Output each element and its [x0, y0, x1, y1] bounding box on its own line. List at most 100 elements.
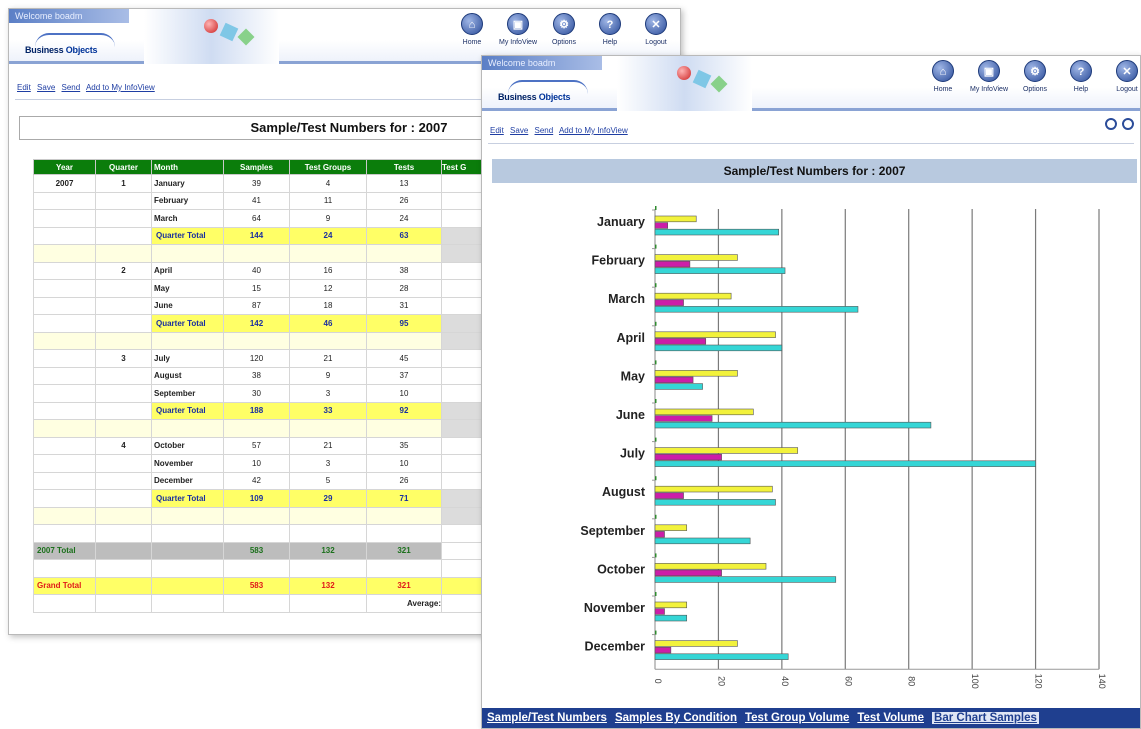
tests-cell: 13 [366, 174, 442, 193]
tests-cell: 321 [366, 541, 442, 560]
bar [654, 370, 738, 377]
tab-sample-test-numbers[interactable]: Sample/Test Numbers [487, 712, 607, 724]
welcome-text: Welcome boadm [482, 56, 602, 70]
bar [654, 499, 776, 506]
blank-cell [223, 594, 290, 613]
category-label: December [585, 640, 646, 654]
bar [654, 531, 665, 538]
test-g-cell [441, 349, 482, 368]
bar-marker [655, 399, 657, 403]
logout-icon: ✕ [645, 13, 667, 35]
tab-test-group-volume[interactable]: Test Group Volume [745, 712, 849, 724]
blank-cell [289, 524, 367, 543]
col-year: Year [33, 159, 96, 175]
spacer-row [33, 419, 482, 438]
save-link[interactable]: Save [37, 83, 55, 92]
test-g-cell [441, 454, 482, 473]
tab-bar-chart-samples[interactable]: Bar Chart Samples [932, 712, 1039, 724]
header-banner: Welcome boadm Business Objects ⌂ Home ▣ My… [482, 56, 1140, 111]
test-groups-cell: 21 [289, 436, 367, 455]
chart-title: Sample/Test Numbers for : 2007 [492, 159, 1137, 183]
nav-icons: ⌂ Home ▣ My InfoView ⚙ Options ? Help ✕ Logou… [449, 13, 679, 46]
table-header-row: Year Quarter Month Samples Test Groups T… [33, 159, 482, 175]
options-button[interactable]: ⚙ Options [541, 13, 587, 46]
save-link[interactable]: Save [510, 126, 528, 135]
bar [654, 453, 722, 461]
blank-cell [441, 559, 482, 578]
spacer-cell [366, 419, 442, 438]
grand-total-label: Grand Total [33, 576, 96, 595]
edit-link[interactable]: Edit [490, 126, 504, 135]
category-label: September [580, 524, 645, 538]
bar-chart: 0 20 40 60 80 100 120 140 January February March Ap… [580, 206, 1107, 689]
month-cell: December [151, 471, 224, 490]
spacer-cell [33, 244, 96, 263]
toolbar-icons [1105, 118, 1134, 130]
category-label: October [597, 562, 645, 576]
logout-button[interactable]: ✕ Logout [1104, 60, 1140, 93]
category-label: February [592, 254, 646, 268]
x-tick-label: 100 [970, 674, 980, 689]
my-infoview-button[interactable]: ▣ My InfoView [966, 60, 1012, 93]
blank-cell [151, 594, 224, 613]
x-tick-label: 40 [780, 676, 790, 686]
quarter-total-label: Quarter Total [151, 489, 224, 508]
bar [654, 614, 688, 622]
year-cell [33, 226, 96, 245]
edit-link[interactable]: Edit [17, 83, 31, 92]
year-cell [33, 261, 96, 280]
x-tick-label: 140 [1097, 674, 1107, 689]
test-g-cell [441, 296, 482, 315]
infoview-icon: ▣ [507, 13, 529, 35]
options-icon: ⚙ [1024, 60, 1046, 82]
month-cell: May [151, 279, 224, 298]
logout-button[interactable]: ✕ Logout [633, 13, 679, 46]
x-tick-label: 20 [716, 676, 726, 686]
my-infoview-button[interactable]: ▣ My InfoView [495, 13, 541, 46]
bar [654, 408, 754, 416]
home-button[interactable]: ⌂ Home [449, 13, 495, 46]
spacer-cell [223, 244, 290, 263]
tab-test-volume[interactable]: Test Volume [857, 712, 924, 724]
blank-cell [95, 524, 152, 543]
tests-cell: 10 [366, 454, 442, 473]
year-cell [33, 279, 96, 298]
year-total-label: 2007 Total [33, 541, 96, 560]
close-report-icon[interactable] [1122, 118, 1134, 130]
category-label: January [597, 215, 645, 229]
add-to-infoview-link[interactable]: Add to My InfoView [559, 126, 628, 135]
bar [654, 254, 738, 261]
send-link[interactable]: Send [535, 126, 554, 135]
test-groups-cell: 24 [289, 226, 367, 245]
blank-row [33, 524, 482, 543]
add-to-infoview-link[interactable]: Add to My InfoView [86, 83, 155, 92]
bar-marker [655, 476, 657, 481]
spacer-cell [95, 506, 152, 525]
report-window-chart: Welcome boadm Business Objects ⌂ Home ▣ My… [481, 55, 1141, 729]
spacer-cell [441, 506, 482, 525]
help-button[interactable]: ? Help [1058, 60, 1104, 93]
col-test-g: Test G [441, 159, 482, 175]
welcome-text: Welcome boadm [9, 9, 129, 23]
tab-samples-by-condition[interactable]: Samples By Condition [615, 712, 737, 724]
send-link[interactable]: Send [62, 83, 81, 92]
spacer-cell [151, 244, 224, 263]
help-icon: ? [599, 13, 621, 35]
spacer-cell [95, 244, 152, 263]
spacer-cell [223, 506, 290, 525]
quarter-cell [95, 384, 152, 403]
header-decoration [144, 9, 279, 64]
col-month: Month [151, 159, 224, 175]
test-groups-cell: 21 [289, 349, 367, 368]
tests-cell: 321 [366, 576, 442, 595]
spacer-cell [441, 331, 482, 350]
year-cell [33, 471, 96, 490]
category-label: May [621, 369, 645, 383]
refresh-icon[interactable] [1105, 118, 1117, 130]
help-button[interactable]: ? Help [587, 13, 633, 46]
x-tick-label: 120 [1034, 674, 1044, 689]
table-row: September 30 3 10 [33, 384, 482, 403]
options-button[interactable]: ⚙ Options [1012, 60, 1058, 93]
home-button[interactable]: ⌂ Home [920, 60, 966, 93]
blank-cell [366, 559, 442, 578]
